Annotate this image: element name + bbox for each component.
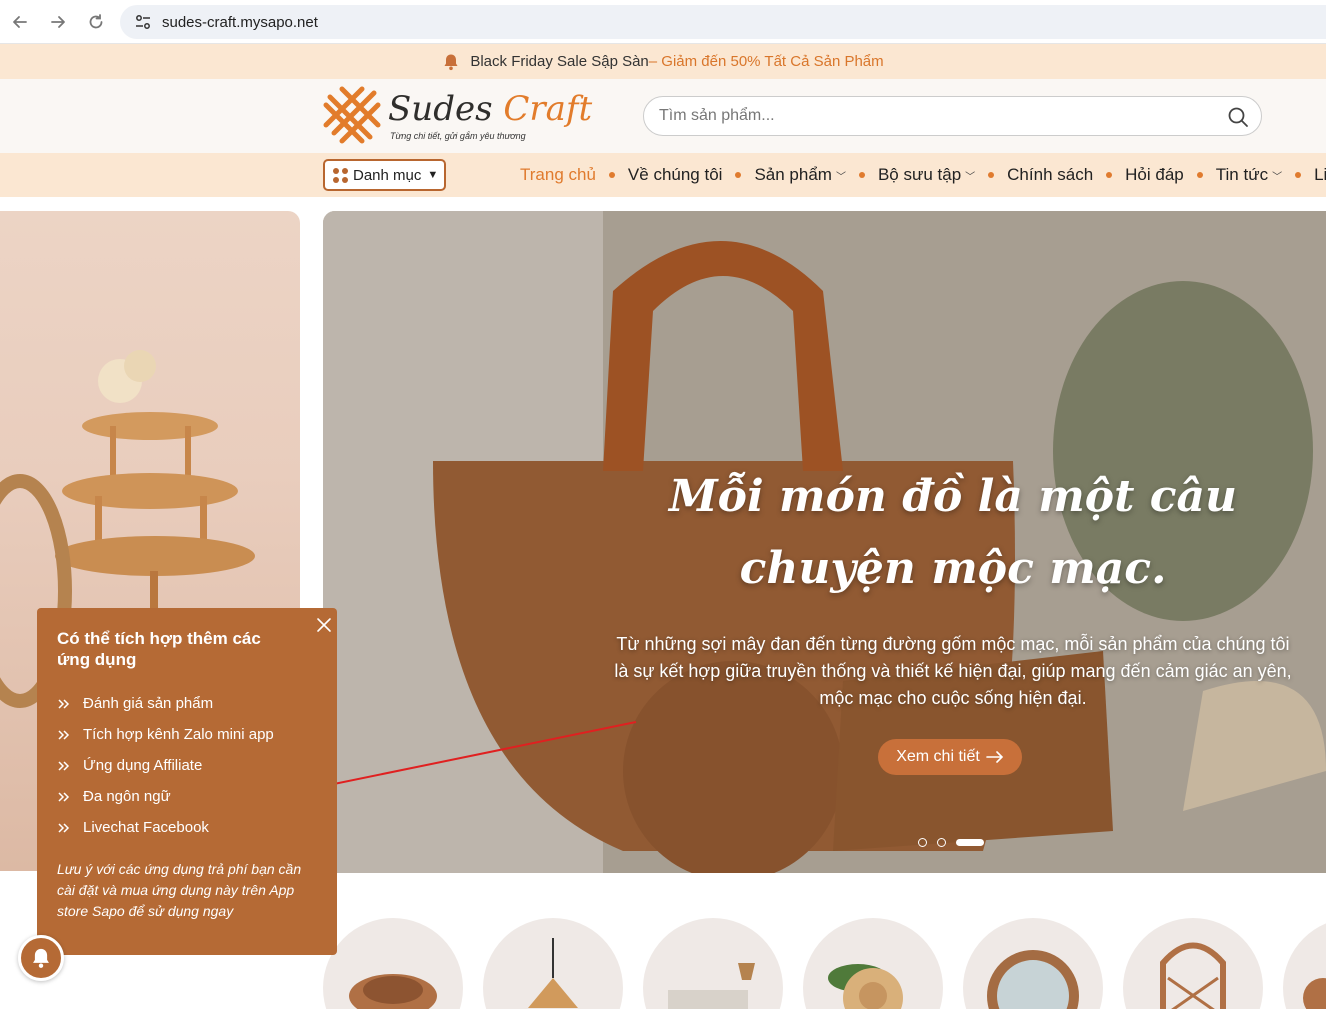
close-icon[interactable] xyxy=(315,616,333,634)
double-chevron-right-icon xyxy=(58,729,70,740)
main-nav: Danh mục ▼ Trang chủ Về chúng tôi Sản ph… xyxy=(0,153,1326,197)
nav-item-collections[interactable]: Bộ sưu tập ﹀ xyxy=(878,165,975,185)
mirror-image xyxy=(987,950,1079,1009)
popup-note: Lưu ý với các ứng dụng trả phí bạn cần c… xyxy=(57,861,302,919)
nav-item-policy[interactable]: Chính sách xyxy=(1007,165,1093,185)
site-settings-icon[interactable] xyxy=(134,13,152,31)
nav-menu: Trang chủ Về chúng tôi Sản phẩm ﹀ Bộ sưu … xyxy=(520,153,1326,197)
nav-item-label: Tin tức xyxy=(1215,165,1269,184)
popup-item-label: Đánh giá sản phẩm xyxy=(83,695,214,712)
notification-button[interactable] xyxy=(18,935,64,981)
nav-separator xyxy=(1295,172,1302,178)
popup-item-label: Đa ngôn ngữ xyxy=(83,788,171,805)
nav-item-label: Liê xyxy=(1314,165,1326,184)
logo-name: Sudes xyxy=(388,89,493,129)
nav-item-products[interactable]: Sản phẩm ﹀ xyxy=(754,165,846,185)
popup-title: Có thể tích hợp thêm các ứng dụng xyxy=(57,629,261,669)
hero-button-label: Xem chi tiết xyxy=(896,748,980,765)
slider-dot-active[interactable] xyxy=(956,839,984,846)
site-header: Sudes Craft Từng chi tiết, gửi gắm yêu t… xyxy=(0,79,1326,153)
site-logo[interactable]: Sudes Craft Từng chi tiết, gửi gắm yêu t… xyxy=(322,85,592,147)
category-circle-hats[interactable] xyxy=(803,918,943,1009)
app-integration-popup: Có thể tích hợp thêm các ứng dụng Đánh g… xyxy=(37,608,337,955)
category-circle-lamps[interactable] xyxy=(483,918,623,1009)
popup-item-label: Livechat Facebook xyxy=(83,819,209,836)
slider-pagination xyxy=(918,838,984,847)
sofa-image xyxy=(668,963,755,1009)
basket-image xyxy=(349,974,437,1009)
popup-item-label: Ứng dụng Affiliate xyxy=(83,757,203,774)
nav-item-label: Hỏi đáp xyxy=(1125,165,1184,184)
hero-slider[interactable]: Mỗi món đồ là một câu chuyện mộc mạc. Từ… xyxy=(323,211,1326,873)
announce-text: Black Friday Sale Sập Sàn xyxy=(470,53,649,70)
bell-icon xyxy=(33,948,49,968)
lamp-image xyxy=(528,938,578,1008)
nav-item-label: Bộ sưu tập xyxy=(877,165,962,184)
nav-separator xyxy=(1106,172,1113,178)
category-circles xyxy=(323,918,1326,1009)
search-box[interactable] xyxy=(643,96,1262,136)
chevron-down-icon: ﹀ xyxy=(835,171,846,183)
rattan-screen-image xyxy=(1160,942,1226,1009)
category-circle-mirrors[interactable] xyxy=(963,918,1103,1009)
nav-separator xyxy=(608,172,615,178)
category-circle-baskets[interactable] xyxy=(323,918,463,1009)
address-bar[interactable]: sudes-craft.mysapo.net xyxy=(120,5,1326,39)
category-button-label: Danh mục xyxy=(353,166,422,184)
back-icon[interactable] xyxy=(2,4,38,40)
chevron-down-icon: ﹀ xyxy=(965,171,976,183)
arrow-right-icon xyxy=(985,751,1003,763)
browser-toolbar: sudes-craft.mysapo.net xyxy=(0,0,1326,44)
nav-item-label: Trang chủ xyxy=(520,165,596,184)
popup-item-zalo[interactable]: Tích hợp kênh Zalo mini app xyxy=(57,719,317,750)
grid-dots-icon xyxy=(333,167,348,183)
nav-item-about[interactable]: Về chúng tôi xyxy=(628,165,723,185)
category-circle-more[interactable] xyxy=(1283,918,1326,1009)
slider-dot[interactable] xyxy=(918,838,927,847)
announcement-bar: Black Friday Sale Sập Sàn – Giảm đến 50%… xyxy=(0,44,1326,79)
category-circle-furniture[interactable] xyxy=(643,918,783,1009)
nav-item-home[interactable]: Trang chủ xyxy=(520,165,596,185)
logo-name-accent: Craft xyxy=(503,89,593,129)
slider-dot[interactable] xyxy=(937,838,946,847)
forward-icon[interactable] xyxy=(40,4,76,40)
nav-separator xyxy=(858,172,865,178)
nav-item-news[interactable]: Tin tức ﹀ xyxy=(1216,165,1282,185)
announce-highlight[interactable]: – Giảm đến 50% Tất Cả Sản Phẩm xyxy=(649,53,884,70)
nav-separator xyxy=(735,172,742,178)
double-chevron-right-icon xyxy=(58,822,70,833)
search-input[interactable] xyxy=(659,107,1199,125)
knot-logo-icon xyxy=(323,86,381,144)
popup-item-affiliate[interactable]: Ứng dụng Affiliate xyxy=(57,750,317,781)
popup-item-multilang[interactable]: Đa ngôn ngữ xyxy=(57,781,317,812)
nav-item-label: Chính sách xyxy=(1007,165,1094,184)
popup-list: Đánh giá sản phẩm Tích hợp kênh Zalo min… xyxy=(57,688,317,843)
double-chevron-right-icon xyxy=(58,791,70,802)
nav-item-contact[interactable]: Liê xyxy=(1314,165,1326,185)
nav-item-label: Sản phẩm xyxy=(754,165,832,184)
vase-image xyxy=(1303,978,1326,1009)
nav-separator xyxy=(988,172,995,178)
nav-item-label: Về chúng tôi xyxy=(627,165,723,184)
logo-tagline: Từng chi tiết, gửi gắm yêu thương xyxy=(390,131,526,141)
reload-icon[interactable] xyxy=(78,4,114,40)
category-menu-button[interactable]: Danh mục ▼ xyxy=(323,159,446,191)
nav-separator xyxy=(1196,172,1203,178)
chevron-down-icon: ﹀ xyxy=(1272,171,1283,183)
popup-item-label: Tích hợp kênh Zalo mini app xyxy=(83,726,274,743)
double-chevron-right-icon xyxy=(58,760,70,771)
popup-item-reviews[interactable]: Đánh giá sản phẩm xyxy=(57,688,317,719)
popup-item-livechat[interactable]: Livechat Facebook xyxy=(57,812,317,843)
category-circle-screens[interactable] xyxy=(1123,918,1263,1009)
url-text: sudes-craft.mysapo.net xyxy=(162,13,318,31)
hero-title: Mỗi món đồ là một câu chuyện mộc mạc. xyxy=(668,471,1238,594)
hero-detail-button[interactable]: Xem chi tiết xyxy=(878,739,1022,775)
bell-icon xyxy=(444,54,458,70)
hero-subtitle: Từ những sợi mây đan đến từng đường gốm … xyxy=(614,634,1292,708)
hat-image xyxy=(828,964,903,1009)
double-chevron-right-icon xyxy=(58,698,70,709)
nav-item-faq[interactable]: Hỏi đáp xyxy=(1125,165,1184,185)
search-icon[interactable] xyxy=(1227,106,1249,128)
caret-down-icon: ▼ xyxy=(427,169,439,181)
